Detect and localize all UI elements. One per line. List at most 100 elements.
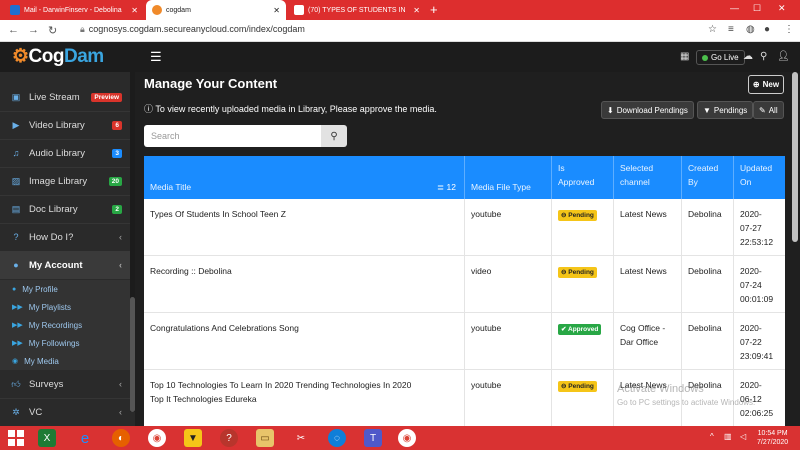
- col-header-type[interactable]: Media File Type: [464, 156, 551, 199]
- pendings-filter-button[interactable]: ▼ Pendings: [697, 101, 754, 119]
- col-header-label: By: [688, 177, 698, 187]
- teams-icon[interactable]: T: [364, 429, 382, 447]
- sidebar-subitem-my-followings[interactable]: ▶▶ My Followings: [0, 334, 130, 352]
- search-icon[interactable]: ⚲: [760, 51, 767, 62]
- app-header: ⚙CogDam ☰ ▦ Go Live ☁ ⚲ 👤︎: [0, 42, 800, 72]
- edge-icon[interactable]: ◌: [328, 429, 346, 447]
- cell-updated: 2020- 07-24 00:01:09: [733, 256, 785, 312]
- col-header-created[interactable]: Created By: [681, 156, 733, 199]
- col-header-approved[interactable]: Is Approved: [551, 156, 613, 199]
- forward-icon[interactable]: →: [28, 24, 39, 36]
- sidebar-item-surveys[interactable]: 👍︎ Surveys ‹: [0, 370, 130, 398]
- tab-cogdam[interactable]: cogdam ✕: [146, 0, 286, 20]
- count-badge: 2: [112, 204, 122, 214]
- url-field[interactable]: 🔒︎ cognosys.cogdam.secureanycloud.com/ind…: [80, 24, 305, 35]
- chevron-left-icon: ‹: [119, 379, 122, 389]
- hamburger-menu-icon[interactable]: ☰: [150, 49, 162, 65]
- col-header-channel[interactable]: Selected channel: [613, 156, 681, 199]
- cell-title[interactable]: Top 10 Technologies To Learn In 2020 Tre…: [144, 370, 464, 426]
- close-icon[interactable]: ✕: [125, 6, 138, 15]
- download-pendings-button[interactable]: ⬇ Download Pendings: [601, 101, 694, 119]
- volume-icon[interactable]: ◁: [740, 432, 746, 441]
- media-control-icon[interactable]: ≡: [728, 24, 734, 35]
- connection-icon: ✲: [12, 406, 20, 417]
- tray-up-arrow-icon[interactable]: ^: [710, 432, 714, 441]
- close-icon[interactable]: ✕: [267, 6, 280, 15]
- sidebar-item-image-library[interactable]: ▨ Image Library 20: [0, 167, 130, 195]
- menu-dots-icon[interactable]: ⋮: [784, 24, 794, 35]
- sidebar-item-my-account[interactable]: ● My Account ‹: [0, 251, 130, 279]
- col-header-label: Is: [558, 163, 565, 173]
- cell-created: Debolina: [681, 256, 733, 312]
- col-header-title[interactable]: Media Title ≣ 12: [144, 156, 464, 199]
- sidebar-subitem-my-profile[interactable]: ● My Profile: [0, 280, 130, 298]
- extension-icon[interactable]: ◍: [746, 24, 755, 35]
- url-text: cognosys.cogdam.secureanycloud.com/index…: [88, 24, 305, 34]
- help-app-icon[interactable]: ?: [220, 429, 238, 447]
- clock-time: 10:54 PM: [757, 430, 788, 437]
- main-scrollbar[interactable]: [790, 72, 800, 426]
- minimize-icon[interactable]: —: [730, 3, 739, 13]
- search-input[interactable]: Search: [144, 125, 321, 147]
- download-icon: ⬇: [607, 105, 614, 115]
- cell-title[interactable]: Recording :: Debolina: [144, 256, 464, 312]
- cell-title[interactable]: Types Of Students In School Teen Z: [144, 199, 464, 255]
- table-row[interactable]: Types Of Students In School Teen Z youtu…: [144, 199, 785, 256]
- go-live-button[interactable]: Go Live: [696, 50, 745, 65]
- taskbar: X e ◐ ◉ ▼ ? ▭ ✂ ◌ T ◉ ^ ▥ ◁ 10:54 PM 7/2…: [0, 426, 800, 450]
- vlc-icon[interactable]: ▼: [184, 429, 202, 447]
- date-text: 2020-: [740, 266, 762, 276]
- chrome-icon[interactable]: ◉: [148, 429, 166, 447]
- sidebar-item-video-library[interactable]: ▶ Video Library 6: [0, 111, 130, 139]
- reload-icon[interactable]: ↻: [48, 24, 57, 37]
- sidebar-item-live-stream[interactable]: ▣ Live Stream Preview: [0, 83, 130, 111]
- internet-explorer-icon[interactable]: e: [76, 429, 94, 447]
- status-badge[interactable]: ⊖ Pending: [558, 381, 597, 392]
- sidebar-item-how-do-i[interactable]: ? How Do I? ‹: [0, 223, 130, 251]
- close-icon[interactable]: ✕: [407, 6, 420, 15]
- sidebar-subitem-my-playlists[interactable]: ▶▶ My Playlists: [0, 298, 130, 316]
- cell-title[interactable]: Congratulations And Celebrations Song: [144, 313, 464, 369]
- cell-channel: Latest News: [613, 256, 681, 312]
- star-icon[interactable]: ☆: [708, 24, 717, 35]
- sidebar-subitem-my-recordings[interactable]: ▶▶ My Recordings: [0, 316, 130, 334]
- new-tab-icon[interactable]: +: [430, 2, 438, 17]
- excel-icon[interactable]: X: [38, 429, 56, 447]
- scrollbar-thumb[interactable]: [792, 72, 798, 242]
- network-icon[interactable]: ▥: [724, 432, 732, 441]
- table-row[interactable]: Congratulations And Celebrations Song yo…: [144, 313, 785, 370]
- sidebar-item-audio-library[interactable]: ♫ Audio Library 3: [0, 139, 130, 167]
- windows-start-icon[interactable]: [8, 430, 24, 446]
- status-badge[interactable]: ✔ Approved: [558, 324, 602, 335]
- chevron-left-icon: ‹: [119, 232, 122, 242]
- sidebar-item-label: Video Library: [29, 119, 85, 131]
- profile-avatar-icon[interactable]: ●: [764, 24, 770, 35]
- cell-updated: 2020- 07-22 23:09:41: [733, 313, 785, 369]
- status-badge[interactable]: ⊖ Pending: [558, 210, 597, 221]
- tab-mail[interactable]: Mail - DarwinFinserv - Debolina ✕: [4, 0, 144, 20]
- table-row[interactable]: Recording :: Debolina video ⊖ Pending La…: [144, 256, 785, 313]
- firefox-icon[interactable]: ◐: [112, 429, 130, 447]
- system-clock[interactable]: 10:54 PM 7/27/2020: [757, 429, 788, 447]
- snipping-tool-icon[interactable]: ✂: [292, 429, 310, 447]
- sidebar-item-vc[interactable]: ✲ VC ‹: [0, 398, 130, 426]
- tab-youtube[interactable]: (70) TYPES OF STUDENTS IN ✕: [288, 0, 426, 20]
- new-button[interactable]: ⊕ New: [748, 75, 784, 94]
- back-icon[interactable]: ←: [8, 24, 19, 36]
- window-close-icon[interactable]: ✕: [778, 3, 786, 14]
- calendar-icon[interactable]: ▦: [680, 51, 689, 62]
- maximize-icon[interactable]: ☐: [753, 3, 761, 14]
- search-button[interactable]: ⚲: [321, 125, 347, 147]
- user-icon: ●: [13, 260, 19, 270]
- sidebar-subitem-my-media[interactable]: ◉ My Media: [0, 352, 130, 370]
- col-header-updated[interactable]: Updated On: [733, 156, 785, 199]
- info-icon: ⓘ: [144, 104, 154, 114]
- user-icon[interactable]: 👤︎: [777, 51, 790, 62]
- file-explorer-icon[interactable]: ▭: [256, 429, 274, 447]
- cogdam-logo[interactable]: ⚙CogDam: [12, 45, 104, 68]
- upload-cloud-icon[interactable]: ☁: [743, 51, 753, 62]
- sidebar-item-doc-library[interactable]: ▤ Doc Library 2: [0, 195, 130, 223]
- status-badge[interactable]: ⊖ Pending: [558, 267, 597, 278]
- all-filter-button[interactable]: ✎ All: [753, 101, 784, 119]
- chrome-active-icon[interactable]: ◉: [398, 429, 416, 447]
